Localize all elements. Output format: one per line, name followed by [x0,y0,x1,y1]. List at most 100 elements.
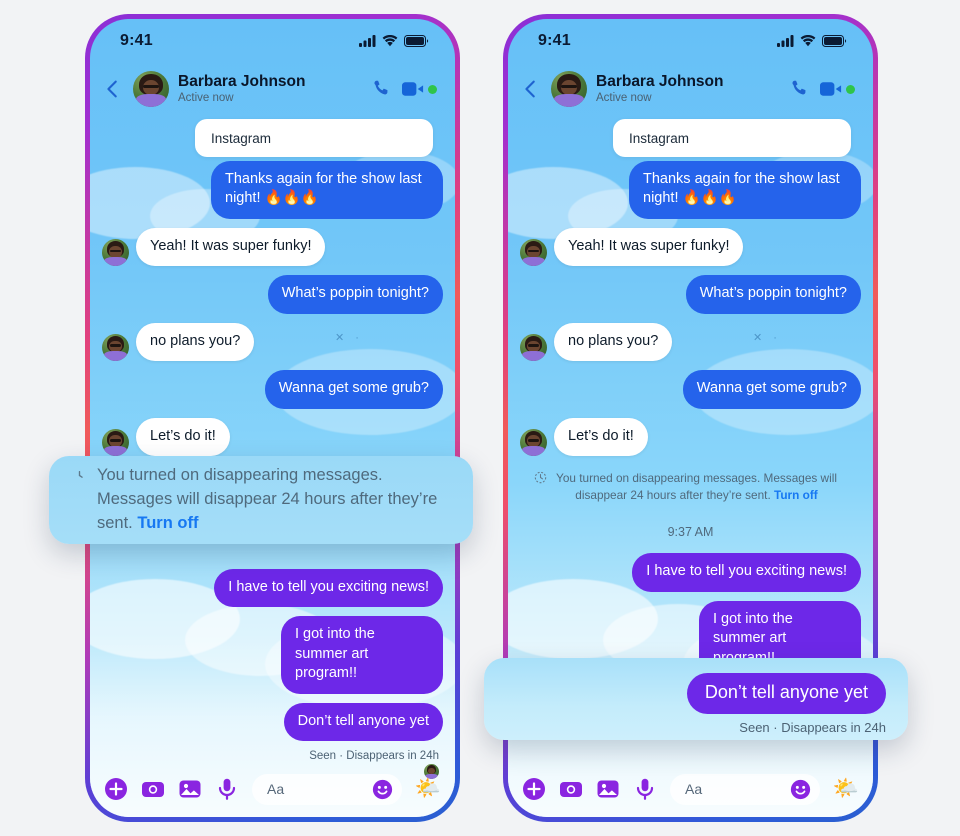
battery-icon [822,35,847,47]
magnified-message-bubble[interactable]: Don’t tell anyone yet [686,673,886,714]
message-row: Let’s do it! [520,417,861,456]
smiley-icon[interactable] [372,779,393,800]
message-input[interactable]: Aa [252,773,402,805]
message-row: Thanks again for the show last night! 🔥🔥… [520,161,861,219]
avatar [102,334,129,362]
online-status-dot [846,84,855,94]
message-row: Yeah! It was super funky! [102,227,443,267]
message-bubble[interactable]: Let’s do it! [136,417,230,456]
disappearing-timer-icon [534,471,547,484]
camera-icon[interactable] [141,777,165,801]
contact-name: Barbara Johnson [178,73,306,91]
plus-icon[interactable] [104,777,128,801]
contact-info[interactable]: Barbara Johnson Active now [178,73,361,104]
message-row: Let’s do it! [102,417,443,456]
signal-icon [359,35,376,47]
message-row: What’s poppin tonight? [520,275,861,314]
gallery-icon[interactable] [178,777,202,801]
magnified-notice-callout: You turned on disappearing messages. Mes… [49,456,473,544]
message-row: I have to tell you exciting news! [520,553,861,592]
avatar [520,334,547,362]
message-bubble[interactable]: Wanna get some grub? [682,370,861,409]
avatar [102,239,129,267]
avatar [520,428,547,456]
contact-presence: Active now [178,91,234,104]
video-call-icon[interactable] [402,81,425,97]
message-row: Yeah! It was super funky! [520,227,861,267]
message-row: Wanna get some grub? [102,370,443,409]
online-status-dot [428,84,437,94]
phone-call-icon[interactable] [370,78,392,100]
composer-placeholder: Aa [267,781,285,797]
message-bubble[interactable]: What’s poppin tonight? [267,275,443,314]
contact-info[interactable]: Barbara Johnson Active now [596,73,779,104]
message-row: no plans you? [102,322,443,362]
phone-call-icon[interactable] [788,78,810,100]
instagram-card[interactable]: Instagram [195,119,433,157]
back-chevron-icon[interactable] [520,78,542,100]
camera-icon[interactable] [559,777,583,801]
phone-mockup-left: ✕ · 9:41 Barbara Johnson Active now Inst… [85,14,460,822]
header-actions [370,78,437,100]
disappearing-timer-icon [78,471,83,478]
message-bubble[interactable]: Yeah! It was super funky! [136,227,326,267]
turn-off-link[interactable]: Turn off [774,488,818,502]
message-bubble[interactable]: I have to tell you exciting news! [214,568,443,608]
message-bubble[interactable]: Thanks again for the show last night! 🔥🔥… [629,161,861,219]
contact-name: Barbara Johnson [596,73,724,91]
wifi-icon [800,35,816,47]
message-bubble[interactable]: no plans you? [554,322,673,362]
message-bubble[interactable]: What’s poppin tonight? [685,275,861,314]
avatar [520,239,547,267]
smiley-icon[interactable] [790,779,811,800]
status-bar: 9:41 [90,19,455,63]
turn-off-link[interactable]: Turn off [137,514,198,532]
notice-text: You turned on disappearing messages. Mes… [554,470,839,504]
status-bar-icons [359,35,429,47]
composer-toolbar: Aa 🌤️ [508,761,873,817]
video-call-icon[interactable] [820,81,843,97]
poster-stage: ✕ · 9:41 Barbara Johnson Active now Inst… [0,0,960,836]
chat-header: Barbara Johnson Active now [90,63,455,115]
chat-header: Barbara Johnson Active now [508,63,873,115]
header-actions [788,78,855,100]
message-bubble[interactable]: I got into the summer art program!! [281,616,443,694]
contact-avatar[interactable] [551,71,587,107]
plus-icon[interactable] [522,777,546,801]
message-row: no plans you? [520,322,861,362]
message-bubble[interactable]: Let’s do it! [554,417,648,456]
microphone-icon[interactable] [633,777,657,801]
phone-screen-left: ✕ · 9:41 Barbara Johnson Active now Inst… [90,19,455,817]
wifi-icon [382,35,398,47]
back-chevron-icon[interactable] [102,78,124,100]
magnified-bubble-callout: Don’t tell anyone yet Seen · Disappears … [484,658,908,740]
message-bubble[interactable]: Thanks again for the show last night! 🔥🔥… [211,161,443,219]
composer-placeholder: Aa [685,781,703,797]
message-row: What’s poppin tonight? [102,275,443,314]
message-bubble[interactable]: Don’t tell anyone yet [283,702,443,742]
composer-toolbar: Aa 🌤️ [90,761,455,817]
timestamp-separator: 9:37 AM [667,525,714,540]
message-bubble[interactable]: I have to tell you exciting news! [632,553,861,592]
avatar [102,428,129,456]
status-bar-time: 9:41 [538,32,571,49]
message-row: I got into the summer art program!! [102,616,443,694]
signal-icon [777,35,794,47]
video-call-group[interactable] [820,81,855,97]
message-input[interactable]: Aa [670,773,820,805]
microphone-icon[interactable] [215,777,239,801]
instagram-card[interactable]: Instagram [613,119,851,157]
video-call-group[interactable] [402,81,437,97]
contact-avatar[interactable] [133,71,169,107]
magnified-seen-status: Seen · Disappears in 24h [739,720,886,735]
message-row: Thanks again for the show last night! 🔥🔥… [102,161,443,219]
weather-sticker-icon[interactable]: 🌤️ [833,777,859,801]
message-bubble[interactable]: Wanna get some grub? [264,370,443,409]
weather-sticker-icon[interactable]: 🌤️ [415,777,441,801]
status-bar: 9:41 [508,19,873,63]
message-bubble[interactable]: Yeah! It was super funky! [554,227,744,267]
disappearing-messages-notice: You turned on disappearing messages. Mes… [534,470,839,504]
gallery-icon[interactable] [596,777,620,801]
status-bar-time: 9:41 [120,32,153,49]
message-bubble[interactable]: no plans you? [136,322,255,362]
